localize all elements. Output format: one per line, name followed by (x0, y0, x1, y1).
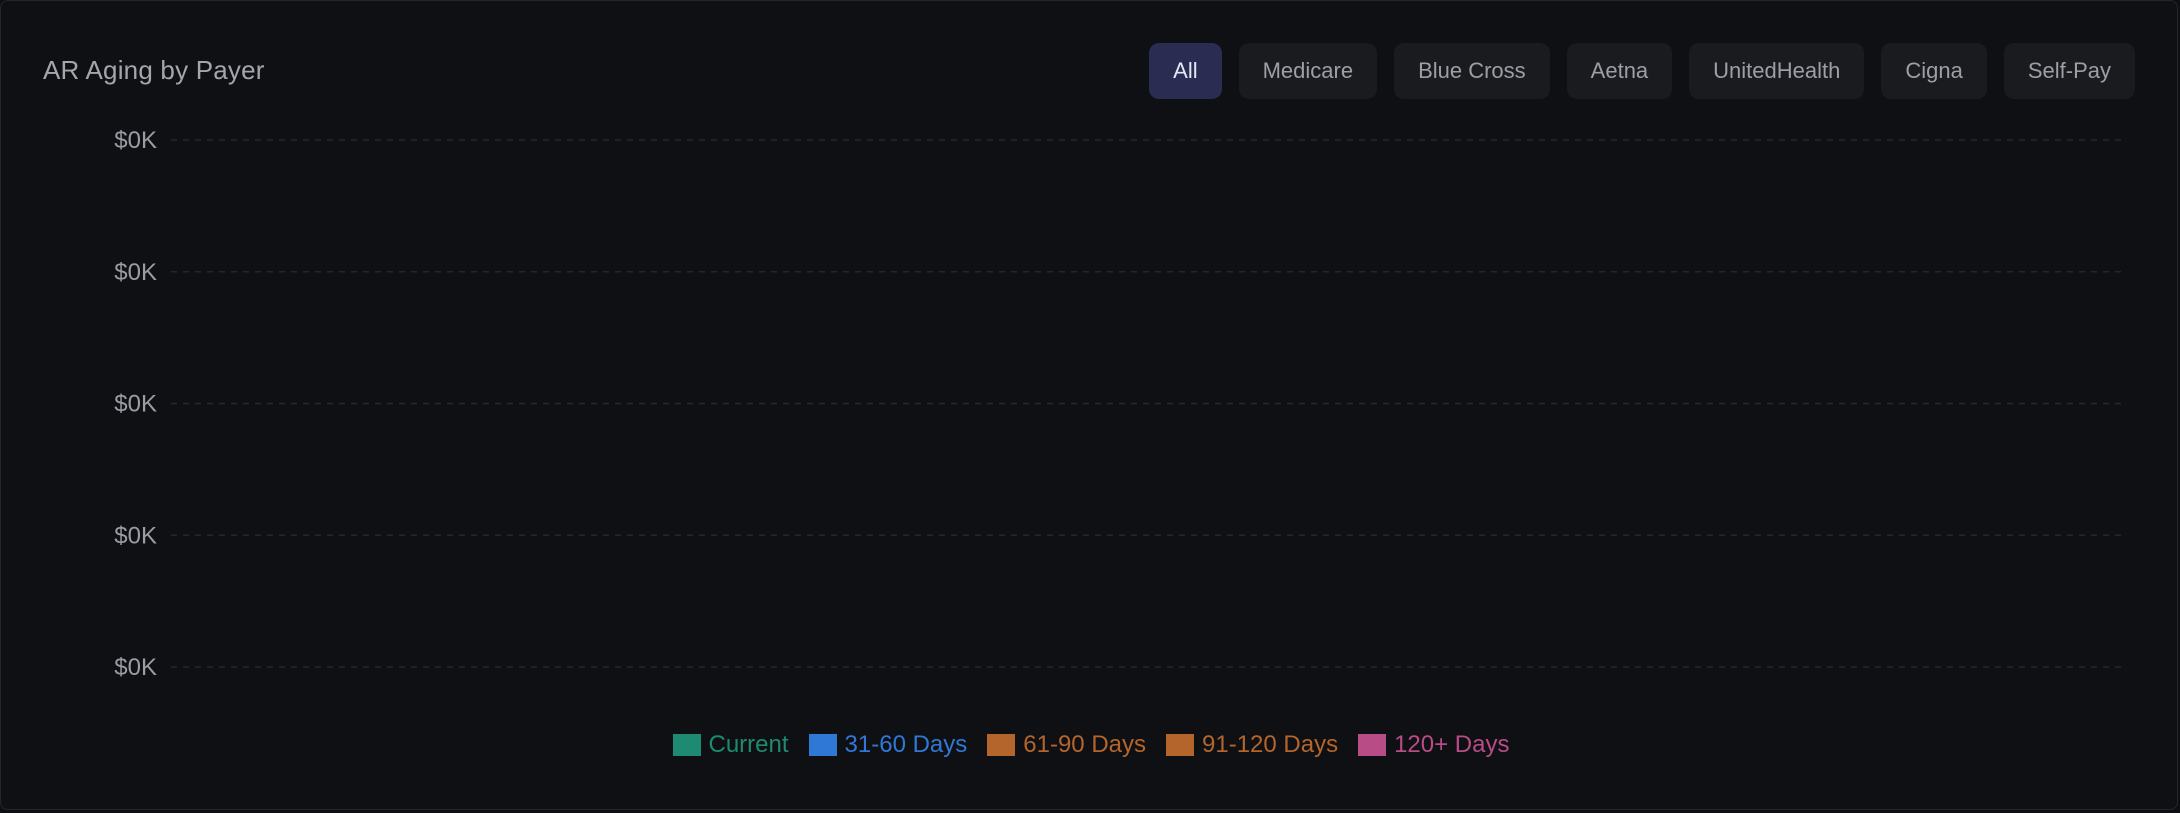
legend-swatch-current (672, 734, 701, 756)
ar-aging-card: AR Aging by Payer All Medicare Blue Cros… (0, 0, 2178, 810)
legend-label-current: Current (708, 731, 789, 758)
legend-swatch-91-120-days (1166, 734, 1194, 756)
legend-label-61-90-days: 61-90 Days (1023, 731, 1146, 758)
legend-label-120-plus-days: 120+ Days (1394, 731, 1510, 758)
legend-item-120-plus-days[interactable]: 120+ Days (1358, 731, 1509, 759)
y-tick-label: $0K (114, 522, 157, 549)
legend-item-61-90-days[interactable]: 61-90 Days (987, 731, 1146, 759)
legend-swatch-61-90-days (987, 734, 1016, 756)
legend-swatch-120-plus-days (1358, 734, 1387, 756)
y-tick-label: $0K (114, 654, 157, 681)
legend-swatch-31-60-days (808, 734, 837, 756)
legend-item-current[interactable]: Current (672, 731, 789, 759)
ar-aging-chart: $0K $0K $0K $0K $0K (114, 127, 2123, 681)
y-tick-label: $0K (114, 127, 157, 154)
chart-legend: Current 31-60 Days 61-90 Days 91-120 Day… (1, 731, 2180, 759)
y-tick-label: $0K (114, 259, 157, 286)
y-axis-ticks: $0K $0K $0K $0K $0K (114, 127, 157, 681)
legend-label-91-120-days: 91-120 Days (1202, 731, 1339, 758)
y-tick-label: $0K (114, 391, 157, 418)
legend-item-91-120-days[interactable]: 91-120 Days (1166, 731, 1338, 759)
chart-gridlines (171, 139, 2123, 668)
legend-label-31-60-days: 31-60 Days (844, 731, 968, 758)
legend-item-31-60-days[interactable]: 31-60 Days (808, 731, 968, 759)
